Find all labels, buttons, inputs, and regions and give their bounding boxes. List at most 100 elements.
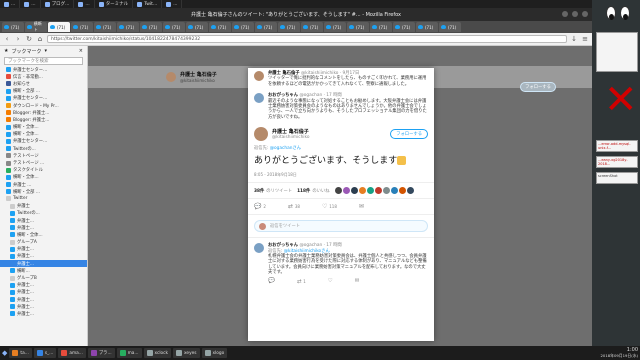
window-switcher-item[interactable]: ... <box>20 0 41 8</box>
browser-tab[interactable]: (71) <box>370 22 392 32</box>
taskbar-button[interactable]: ブラ... <box>87 348 115 358</box>
taskbar-button[interactable]: s_... <box>33 348 57 358</box>
bookmark-item[interactable]: 弁護士... <box>0 303 87 310</box>
reply-author-name[interactable]: おおがっちゃん <box>268 243 298 248</box>
browser-tab[interactable]: (71) <box>416 22 438 32</box>
browser-tab[interactable]: (71) <box>278 22 300 32</box>
window-switcher-item[interactable]: ... <box>162 0 183 8</box>
browser-tab[interactable]: 横断ト <box>25 21 47 32</box>
bookmark-item[interactable]: タスクタイトル <box>0 167 87 174</box>
bookmark-item[interactable]: 弁護士... <box>0 289 87 296</box>
browser-tab[interactable]: (71) <box>209 22 231 32</box>
window-switcher-item[interactable]: Twit... <box>133 0 163 8</box>
avatar[interactable] <box>254 243 264 254</box>
bookmark-item[interactable]: 弁護士... <box>0 246 87 253</box>
bookmark-item[interactable]: 横断・全体... <box>0 131 87 138</box>
menu-icon[interactable]: ≡ <box>581 35 589 43</box>
taskbar-button[interactable]: ma... <box>116 348 142 358</box>
retweet-count[interactable]: 38件 <box>254 188 264 194</box>
browser-tab[interactable]: (71) <box>347 22 369 32</box>
browser-tab[interactable]: (71) <box>255 22 277 32</box>
url-bar[interactable]: https://twitter.com/kitaishiimichiko/sta… <box>47 35 567 43</box>
chevron-down-icon[interactable]: ▾ <box>45 48 48 54</box>
liker-avatar[interactable] <box>334 187 342 195</box>
sidebar-title[interactable]: ブックマーク <box>11 48 41 55</box>
avatar[interactable] <box>254 71 264 81</box>
bookmark-item[interactable]: グループA <box>0 239 87 246</box>
download-icon[interactable]: ↓ <box>570 35 578 43</box>
bookmark-item[interactable]: 弁護士... <box>0 224 87 231</box>
browser-tab[interactable]: (71) <box>94 22 116 32</box>
bookmark-item[interactable]: Twitterの... <box>0 210 87 217</box>
bookmark-item[interactable]: 弁護士 <box>0 203 87 210</box>
reply-icon[interactable]: 💬 2 <box>254 203 266 210</box>
thread-tweet[interactable]: 弁護士 亀石倫子 @kitaishiimichiko · 9月17日 ツイッターで… <box>248 68 434 90</box>
bookmark-item[interactable]: テストページ <box>0 152 87 159</box>
bookmark-item[interactable]: 弁護士センター... <box>0 138 87 145</box>
taskbar-button[interactable]: xlogo <box>201 348 228 358</box>
minimize-button[interactable] <box>562 11 568 17</box>
reply-to-link[interactable]: @ogachanさん <box>270 146 301 151</box>
background-follow-button[interactable]: フォローする <box>520 82 556 92</box>
taskbar-button[interactable]: xclock <box>143 348 172 358</box>
browser-tab[interactable]: (71) <box>439 22 461 32</box>
message-icon[interactable]: ✉ <box>359 203 364 210</box>
bookmark-item[interactable]: 横断・全体... <box>0 231 87 238</box>
thread-author-name[interactable]: おおがっちゃん <box>268 93 298 98</box>
bookmark-item[interactable]: 弁護士... <box>0 253 87 260</box>
bookmark-item[interactable]: Twitter <box>0 195 87 202</box>
bookmark-item[interactable]: Blogger: 弁護士... <box>0 116 87 123</box>
bookmark-item[interactable]: 弁護士 ... <box>0 181 87 188</box>
bookmark-item[interactable]: ダウンロード・My Pr... <box>0 102 87 109</box>
bookmark-item[interactable]: Twitterの... <box>0 145 87 152</box>
thread-tweet[interactable]: おおがっちゃん @ogachan · 17 時間 最近そのような事態になって対処す… <box>248 90 434 123</box>
desktop-snippet[interactable]: ...eany-xg2018y-2018... <box>596 156 638 168</box>
home-icon[interactable]: ⌂ <box>36 35 44 43</box>
browser-tab[interactable]: (71) <box>2 22 24 32</box>
liker-avatar[interactable] <box>366 187 374 195</box>
reply-tweet[interactable]: おおがっちゃん @ogachan · 17 時間 返信先: @kitaishii… <box>248 237 434 288</box>
back-icon[interactable]: ‹ <box>3 35 11 43</box>
window-switcher-item[interactable]: ... <box>74 0 95 8</box>
main-author-handle[interactable]: @kitaishiimichiko <box>272 135 309 140</box>
browser-tab[interactable]: (71) <box>393 22 415 32</box>
close-icon[interactable]: × <box>79 48 83 54</box>
bookmark-item[interactable]: 弁護士... <box>0 260 87 268</box>
liker-avatar[interactable] <box>342 187 350 195</box>
bookmark-item[interactable]: 横断... <box>0 267 87 274</box>
retweet-icon[interactable]: ⇄ 38 <box>288 203 300 210</box>
browser-tab[interactable]: (71) <box>48 22 70 32</box>
start-menu-icon[interactable]: ◆ <box>2 349 7 357</box>
desktop-snippet[interactable]: ...error-add-mysql-unix-f... <box>596 140 638 152</box>
bookmark-item[interactable]: 弁護士... <box>0 282 87 289</box>
liker-avatar[interactable] <box>350 187 358 195</box>
like-count[interactable]: 118件 <box>297 188 310 194</box>
message-icon[interactable]: ✉ <box>355 278 360 284</box>
avatar[interactable] <box>254 93 264 104</box>
follow-button[interactable]: フォローする <box>390 129 428 140</box>
bookmark-search-input[interactable]: ブックマークを検索 <box>4 57 83 65</box>
liker-avatar[interactable] <box>374 187 382 195</box>
like-icon[interactable]: ♡ <box>328 278 333 284</box>
bookmark-item[interactable]: テストページ ... <box>0 159 87 166</box>
browser-tab[interactable]: (71) <box>140 22 162 32</box>
bookmark-item[interactable]: 横断・全部 ... <box>0 188 87 195</box>
bookmark-item[interactable]: 弁護士... <box>0 296 87 303</box>
bookmark-item[interactable]: 横断・全部 ... <box>0 88 87 95</box>
bookmark-item[interactable]: 横断・全体... <box>0 124 87 131</box>
bookmark-item[interactable]: 横断・全体... <box>0 174 87 181</box>
browser-tab[interactable]: (71) <box>232 22 254 32</box>
maximize-button[interactable] <box>572 11 578 17</box>
liker-avatar[interactable] <box>358 187 366 195</box>
bookmark-item[interactable]: 弁護士センター... <box>0 95 87 102</box>
reload-icon[interactable]: ↻ <box>25 35 33 43</box>
window-switcher-item[interactable]: ターミナル <box>95 0 134 8</box>
bookmark-item[interactable]: 弁護士センター... <box>0 66 87 73</box>
tweet-timestamp[interactable]: 8:05 - 2018年9月18日 <box>248 168 434 184</box>
browser-tab[interactable]: (71) <box>163 22 185 32</box>
liker-avatar[interactable] <box>406 187 414 195</box>
window-switcher-item[interactable]: ... <box>0 0 21 8</box>
browser-tab[interactable]: (71) <box>117 22 139 32</box>
clock[interactable]: 1:00 2018年09月19日(水) <box>601 348 638 359</box>
bookmark-item[interactable]: 伝言 - 非常勤... <box>0 73 87 80</box>
